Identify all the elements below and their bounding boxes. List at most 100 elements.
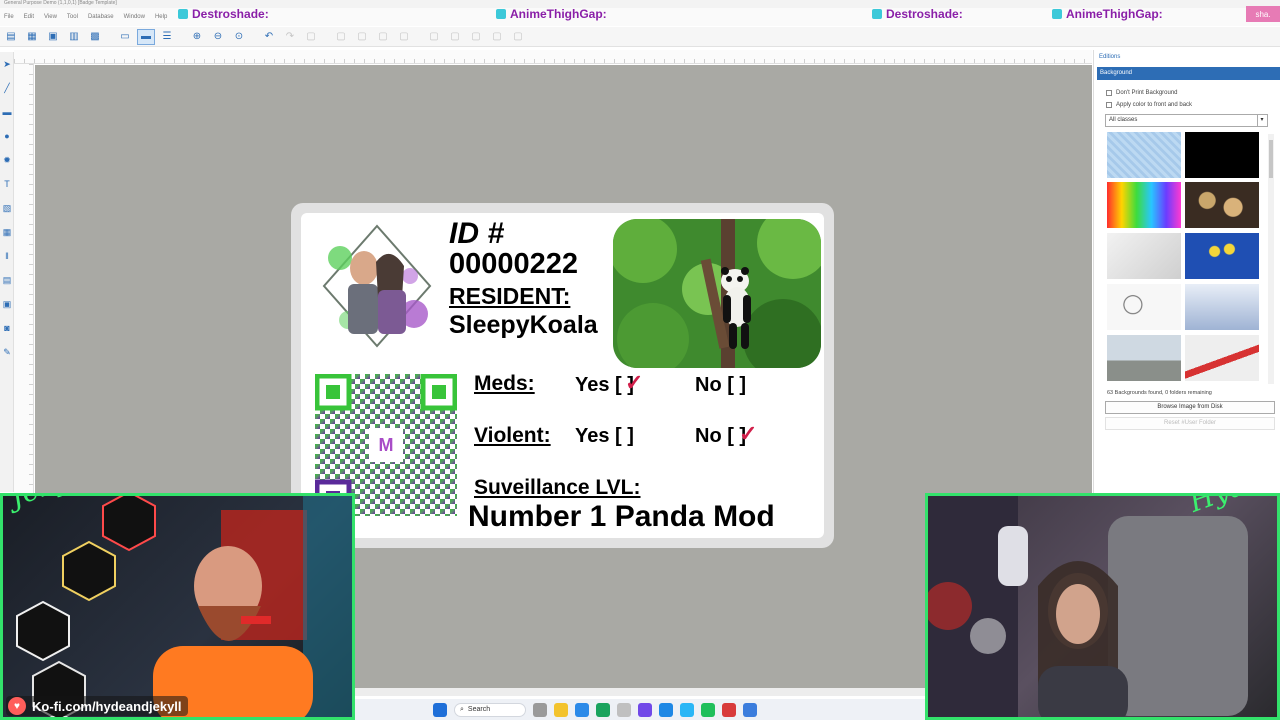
meds-no-option[interactable]: No [ ] (695, 374, 746, 397)
meds-label[interactable]: Meds: (474, 372, 535, 396)
surveillance-label[interactable]: Suveillance LVL: (474, 476, 641, 500)
signature-icon[interactable]: ✎ (0, 340, 14, 364)
checkbox-box[interactable] (1106, 90, 1112, 96)
background-thumbnail-hand-phone[interactable] (1107, 233, 1181, 279)
violent-yes-option[interactable]: Yes [ ] (575, 425, 634, 448)
align-icon[interactable]: ▢ (302, 29, 320, 45)
windows-start-icon[interactable] (433, 702, 447, 717)
line-icon[interactable]: ╱ (0, 76, 14, 100)
stream-ticker-item: AnimeThighGap: (496, 6, 607, 22)
grid-icon[interactable]: ▤ (0, 268, 14, 292)
new-file-icon[interactable]: ▤ (2, 29, 20, 45)
thumbnails-scrollbar[interactable] (1268, 134, 1274, 384)
align-left-icon[interactable]: ▢ (332, 29, 350, 45)
background-thumbnail-notebook[interactable] (1185, 284, 1259, 330)
undo-icon[interactable]: ↶ (260, 29, 278, 45)
group-icon[interactable]: ▢ (425, 29, 443, 45)
main-toolbar: ▤ ▦ ▣ ▥ ▩ ▭ ▬ ☰ ⊕ ⊖ ⊙ ↶ ↷ ▢ ▢ ▢ ▢ ▢ ▢ ▢ … (0, 27, 1280, 47)
redo-icon[interactable]: ↷ (281, 29, 299, 45)
violent-label[interactable]: Violent: (474, 424, 551, 448)
scrollbar-thumb[interactable] (1269, 140, 1273, 178)
hyde-jekyll-logo[interactable] (318, 218, 436, 354)
id-number[interactable]: 00000222 (449, 248, 578, 281)
menu-edit[interactable]: Edit (24, 14, 34, 20)
zoom-out-icon[interactable]: ⊖ (209, 29, 227, 45)
save-as-icon[interactable]: ▥ (65, 29, 83, 45)
text-icon[interactable]: T (0, 172, 14, 196)
background-thumbnail-rainbow[interactable] (1107, 182, 1181, 228)
chevron-down-icon[interactable]: ▾ (1257, 115, 1266, 126)
store-icon[interactable] (596, 702, 610, 717)
app-icon[interactable] (722, 702, 736, 717)
background-thumbnail-truck[interactable] (1107, 335, 1181, 381)
checkbox-box[interactable] (1106, 102, 1112, 108)
resident-label[interactable]: RESIDENT: (449, 283, 570, 310)
svg-text:M: M (379, 435, 394, 455)
pointer-icon[interactable]: ➤ (0, 52, 14, 76)
kofi-link[interactable]: ♥ Ko-fi.com/hydeandjekyll (6, 696, 188, 716)
webcam-right: Hyde (925, 493, 1280, 720)
menu-tool[interactable]: Tool (67, 14, 78, 20)
camera-icon[interactable]: ◙ (0, 316, 14, 340)
barcode-icon[interactable]: ‖ (0, 244, 14, 268)
emote-icon (872, 9, 882, 19)
ticker-label: AnimeThighGap: (1066, 7, 1163, 21)
menu-view[interactable]: View (44, 14, 57, 20)
menu-help[interactable]: Help (155, 14, 167, 20)
menu-window[interactable]: Window (124, 14, 145, 20)
zoom-in-icon[interactable]: ⊕ (188, 29, 206, 45)
dont-print-background-checkbox[interactable]: Don't Print Background (1106, 90, 1178, 96)
id-label[interactable]: ID # (449, 217, 504, 251)
lock-icon[interactable]: ▢ (509, 29, 527, 45)
menu-database[interactable]: Database (88, 14, 114, 20)
browser-icon[interactable] (575, 702, 589, 717)
app-icon[interactable] (743, 702, 757, 717)
calendar-icon[interactable]: ▦ (0, 220, 14, 244)
app-icon[interactable] (680, 702, 694, 717)
browse-image-button[interactable]: Browse Image from Disk (1105, 401, 1275, 414)
align-bottom-icon[interactable]: ▢ (395, 29, 413, 45)
apply-color-checkbox[interactable]: Apply color to front and back (1106, 102, 1192, 108)
surveillance-value[interactable]: Number 1 Panda Mod (468, 500, 775, 534)
photo-icon[interactable]: ▣ (0, 292, 14, 316)
file-explorer-icon[interactable] (554, 702, 568, 717)
image-icon[interactable]: ▧ (0, 196, 14, 220)
background-thumbnail-light-blue[interactable] (1107, 132, 1181, 178)
app-icon[interactable] (659, 702, 673, 717)
weather-icon[interactable] (533, 702, 547, 717)
reset-user-folder-button[interactable]: Reset #User Folder (1105, 417, 1275, 430)
resident-name[interactable]: SleepyKoala (449, 311, 598, 340)
background-category-select[interactable]: All classes ▾ (1105, 114, 1268, 127)
backgrounds-count: 63 Backgrounds found, 0 folders remainin… (1107, 390, 1212, 396)
discord-icon[interactable] (638, 702, 652, 717)
left-tool-strip: ➤ ╱ ▬ ● ✹ T ▧ ▦ ‖ ▤ ▣ ◙ ✎ (0, 52, 14, 492)
bring-front-icon[interactable]: ▢ (488, 29, 506, 45)
print-icon[interactable]: ▩ (86, 29, 104, 45)
zoom-fit-icon[interactable]: ⊙ (230, 29, 248, 45)
open-icon[interactable]: ▦ (23, 29, 41, 45)
app-icon[interactable] (617, 702, 631, 717)
taskbar-search[interactable]: ⌕ Search (454, 702, 526, 717)
send-back-icon[interactable]: ▢ (467, 29, 485, 45)
save-icon[interactable]: ▣ (44, 29, 62, 45)
background-thumbnail-black[interactable] (1185, 132, 1259, 178)
os-taskbar: ⌕ Search (355, 699, 925, 720)
list-icon[interactable]: ☰ (158, 29, 176, 45)
background-thumbnail-flowers[interactable] (1185, 233, 1259, 279)
background-thumbnail-clocks[interactable] (1185, 182, 1259, 228)
polygon-icon[interactable]: ✹ (0, 148, 14, 172)
menu-file[interactable]: File (4, 14, 14, 20)
emote-icon (496, 9, 506, 19)
align-top-icon[interactable]: ▢ (374, 29, 392, 45)
background-thumbnail-love-stamp[interactable] (1107, 284, 1181, 330)
align-right-icon[interactable]: ▢ (353, 29, 371, 45)
tab-background[interactable]: Background (1097, 67, 1280, 80)
ellipse-icon[interactable]: ● (0, 124, 14, 148)
card-icon[interactable]: ▬ (137, 28, 155, 45)
panda-photo[interactable] (613, 219, 821, 368)
background-thumbnail-pen[interactable] (1185, 335, 1259, 381)
app-icon[interactable] (701, 702, 715, 717)
rectangle-icon[interactable]: ▬ (0, 100, 14, 124)
ungroup-icon[interactable]: ▢ (446, 29, 464, 45)
layout-icon[interactable]: ▭ (116, 29, 134, 45)
